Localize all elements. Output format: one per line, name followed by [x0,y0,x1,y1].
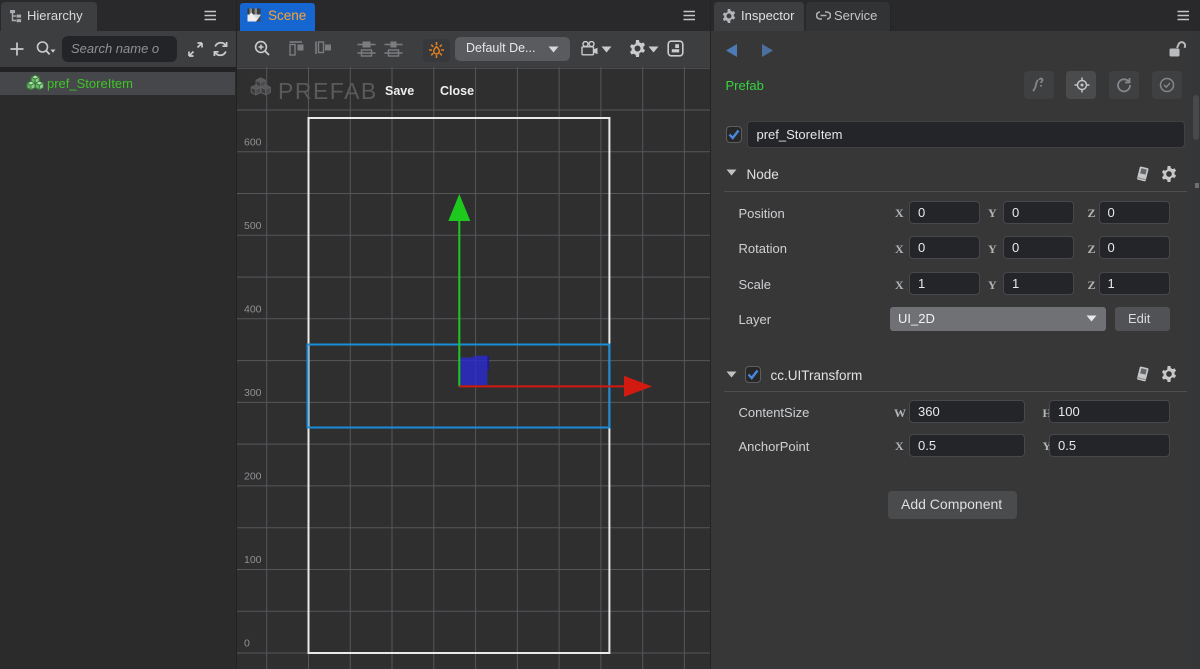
svg-text:100: 100 [244,554,262,566]
svg-text:400: 400 [244,303,262,315]
svg-text:200: 200 [244,470,262,482]
svg-text:0: 0 [244,638,250,650]
svg-text:600: 600 [244,136,262,148]
svg-text:500: 500 [244,220,262,232]
svg-text:300: 300 [244,387,262,399]
